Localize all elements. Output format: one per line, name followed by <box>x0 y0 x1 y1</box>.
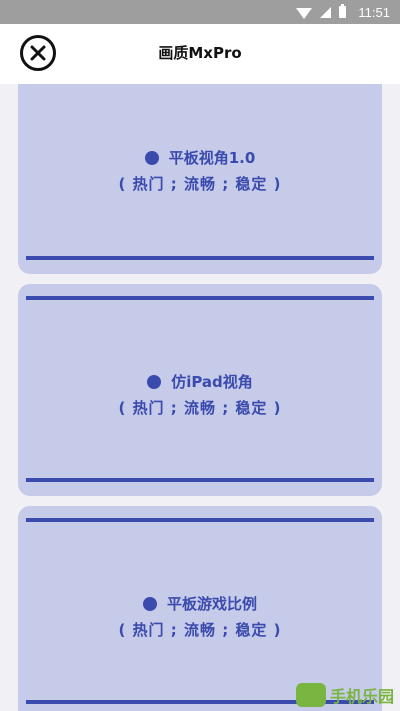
status-icons: 11:51 <box>296 0 390 24</box>
signal-icon <box>320 6 332 18</box>
watermark: 手机乐园 <box>295 683 394 707</box>
status-bar: 11:51 <box>0 0 400 24</box>
wifi-icon <box>296 7 313 19</box>
card-title: 平板视角1.0 <box>144 146 255 170</box>
card-divider <box>26 256 374 260</box>
card-subtitle: ( 热门 ; 流畅 ; 稳定 ) <box>118 399 282 417</box>
bullet-icon <box>144 151 159 165</box>
status-time: 11:51 <box>358 4 390 20</box>
card-tablet-view[interactable]: 平板视角1.0 ( 热门 ; 流畅 ; 稳定 ) <box>18 84 382 274</box>
card-title: 仿iPad视角 <box>147 370 253 394</box>
card-text: 平板游戏比例 ( 热门 ; 流畅 ; 稳定 ) <box>18 592 382 642</box>
watermark-logo-icon <box>295 683 326 707</box>
card-tablet-game-ratio[interactable]: 平板游戏比例 ( 热门 ; 流畅 ; 稳定 ) <box>18 506 382 711</box>
card-divider <box>26 296 374 300</box>
card-subtitle: ( 热门 ; 流畅 ; 稳定 ) <box>118 175 282 193</box>
bullet-icon <box>142 597 157 611</box>
card-divider <box>26 518 374 522</box>
card-divider <box>26 478 374 482</box>
card-ipad-view[interactable]: 仿iPad视角 ( 热门 ; 流畅 ; 稳定 ) <box>18 284 382 496</box>
battery-icon <box>339 4 347 18</box>
bullet-icon <box>147 375 162 389</box>
header: 画质MxPro <box>0 24 400 84</box>
watermark-text: 手机乐园 <box>329 687 394 706</box>
card-text: 仿iPad视角 ( 热门 ; 流畅 ; 稳定 ) <box>18 370 382 420</box>
card-title: 平板游戏比例 <box>142 592 257 616</box>
card-list: 平板视角1.0 ( 热门 ; 流畅 ; 稳定 ) 仿iPad视角 ( 热门 ; … <box>0 84 400 711</box>
card-subtitle: ( 热门 ; 流畅 ; 稳定 ) <box>118 621 282 639</box>
card-text: 平板视角1.0 ( 热门 ; 流畅 ; 稳定 ) <box>18 146 382 196</box>
page-title: 画质MxPro <box>158 44 242 62</box>
